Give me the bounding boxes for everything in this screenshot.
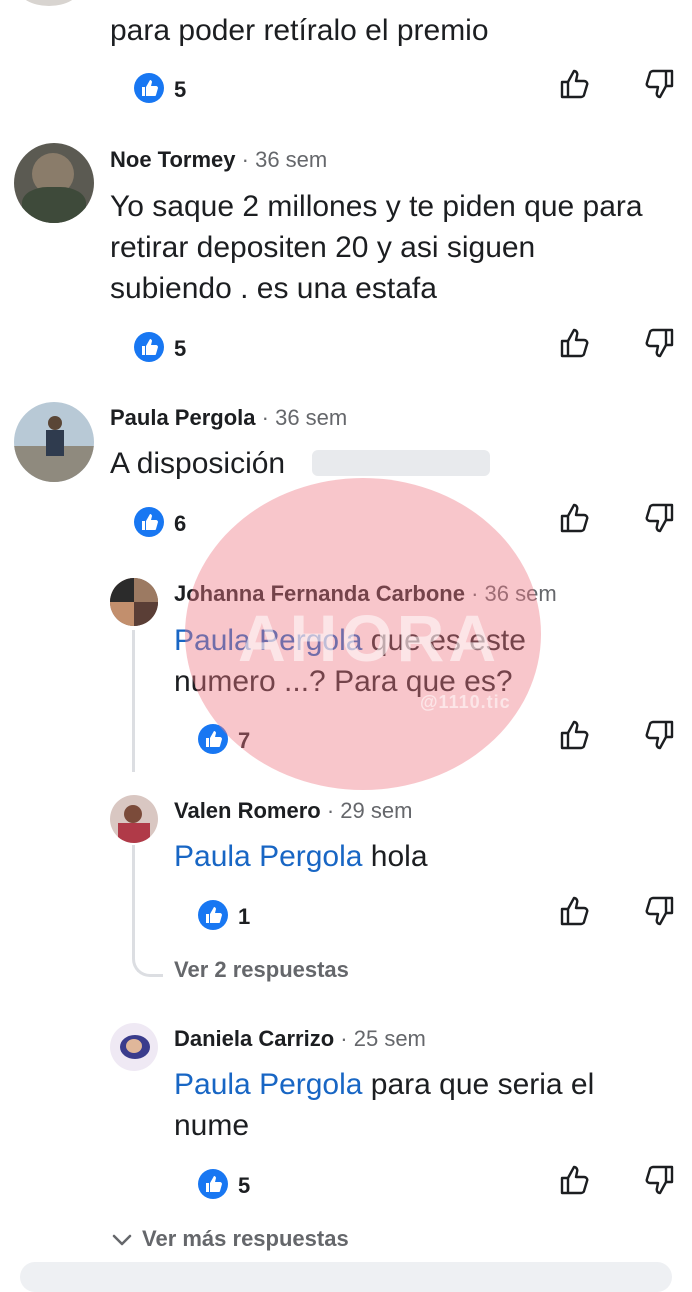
author-name[interactable]: Paula Pergola (110, 405, 256, 430)
avatar[interactable] (110, 1023, 158, 1071)
comment-text-line: Yo saque 2 millones y te piden que para (110, 190, 643, 223)
thumb-up-icon[interactable] (556, 1162, 592, 1198)
timestamp: · 36 sem (241, 147, 328, 172)
chevron-down-icon (110, 1228, 134, 1257)
thumb-down-icon[interactable] (642, 500, 678, 536)
watermark-text: AHORA (238, 601, 500, 675)
author-name[interactable]: Daniela Carrizo (174, 1026, 334, 1051)
like-count: 6 (174, 511, 187, 536)
watermark-subtext: @1110.tic (420, 692, 511, 712)
reply-thread-line (132, 630, 135, 772)
comment-text-line: subiendo . es una estafa (110, 272, 437, 305)
avatar[interactable] (110, 578, 158, 626)
comment-input-bar[interactable] (20, 1262, 672, 1292)
like-icon (134, 332, 164, 362)
thumb-up-icon[interactable] (556, 893, 592, 929)
comment-text: para poder retíralo el premio (110, 14, 489, 47)
comment-text-line: retirar depositen 20 y asi siguen (110, 231, 536, 264)
reply-text-line: Paula Pergola para que seria el (174, 1064, 594, 1105)
reply-text-line: nume (174, 1109, 250, 1142)
redacted-phone-number (312, 450, 490, 476)
like-icon (198, 1169, 228, 1199)
avatar[interactable] (110, 795, 158, 843)
timestamp: · 25 sem (340, 1026, 426, 1051)
like-count: 1 (238, 904, 251, 929)
like-count: 7 (238, 728, 251, 753)
thumb-up-icon[interactable] (556, 325, 592, 361)
reply-author[interactable]: Valen Romero · 29 sem (174, 798, 412, 824)
view-replies-link[interactable]: Ver 2 respuestas (174, 957, 349, 983)
mention-link[interactable]: Paula Pergola (174, 840, 362, 873)
reply-text: para que seria el (362, 1068, 595, 1101)
like-count: 5 (174, 77, 187, 102)
like-icon (134, 73, 164, 103)
thumb-down-icon[interactable] (642, 893, 678, 929)
reply-author[interactable]: Daniela Carrizo · 25 sem (174, 1026, 426, 1052)
like-icon (198, 724, 228, 754)
comment-author[interactable]: Paula Pergola · 36 sem (110, 405, 347, 431)
mention-link[interactable]: Paula Pergola (174, 1068, 362, 1101)
avatar-partial[interactable] (18, 0, 80, 6)
author-name[interactable]: Noe Tormey (110, 147, 236, 172)
thumb-down-icon[interactable] (642, 325, 678, 361)
like-icon (134, 507, 164, 537)
thumb-up-icon[interactable] (556, 717, 592, 753)
thumb-down-icon[interactable] (642, 1162, 678, 1198)
timestamp: · 36 sem (261, 405, 348, 430)
like-count: 5 (238, 1173, 251, 1198)
thumb-up-icon[interactable] (556, 500, 592, 536)
thumb-up-icon[interactable] (556, 66, 592, 102)
like-icon (198, 900, 228, 930)
thumb-down-icon[interactable] (642, 717, 678, 753)
reply-text: hola (362, 840, 428, 873)
author-name[interactable]: Valen Romero (174, 798, 321, 823)
avatar[interactable] (14, 143, 94, 223)
timestamp: · 29 sem (326, 798, 413, 823)
like-count: 5 (174, 336, 187, 361)
reply-thread-curve (132, 940, 163, 977)
view-more-replies-label[interactable]: Ver más respuestas (142, 1226, 349, 1252)
avatar[interactable] (14, 402, 94, 482)
comment-author[interactable]: Noe Tormey · 36 sem (110, 147, 327, 173)
comment-text: A disposición (110, 447, 286, 480)
thumb-down-icon[interactable] (642, 66, 678, 102)
reply-text-line: Paula Pergola hola (174, 836, 428, 877)
